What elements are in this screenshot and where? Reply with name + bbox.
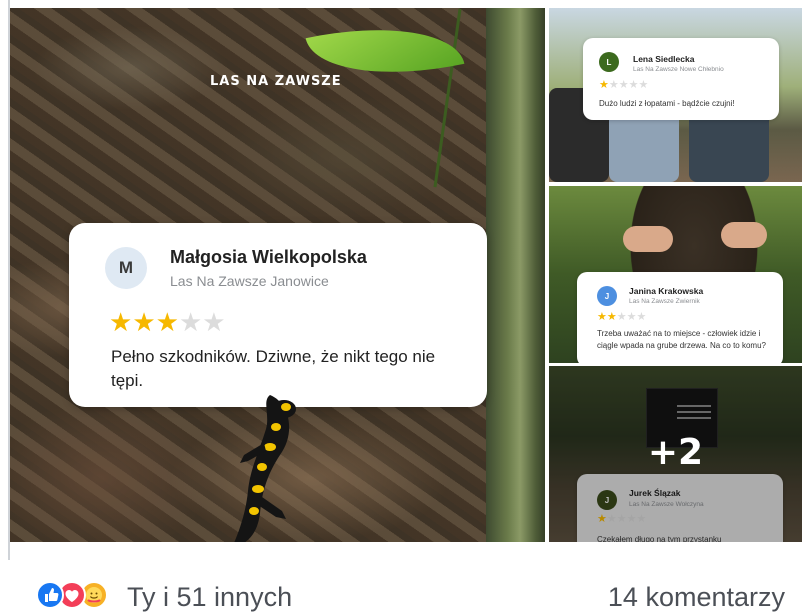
star-icon: ★ (606, 311, 617, 323)
reviewer-place: Las Na Zawsze Zwiernik (629, 298, 700, 305)
reviewer-name: Janina Krakowska (629, 286, 704, 296)
reaction-icons[interactable] (36, 581, 122, 609)
review-text: Trzeba uważać na to miejsce - człowiek i… (597, 329, 766, 350)
reactions-bar: Ty i 51 innych 14 komentarzy (0, 560, 805, 613)
star-icon: ★ (616, 311, 627, 323)
review-card-1: L Lena Siedlecka Las Na Zawsze Nowe Chłe… (583, 38, 779, 120)
plant-stem (433, 8, 462, 188)
reviewer-place: Las Na Zawsze Janowice (170, 273, 329, 289)
brand-logo: LAS NA ZAWSZE (210, 74, 342, 89)
reactions-summary[interactable]: Ty i 51 innych (127, 582, 292, 613)
salamander-graphic (234, 395, 296, 542)
star-icon: ★ (132, 307, 156, 337)
reviewer-avatar: M (105, 247, 147, 289)
like-icon (36, 581, 64, 609)
side-photo-3[interactable]: J Jurek Ślązak Las Na Zawsze Wołczyna ★★… (549, 366, 802, 542)
star-icon: ★ (636, 311, 647, 323)
star-icon: ★ (628, 79, 639, 91)
reviewer-avatar: L (599, 52, 619, 72)
review-card-main: M Małgosia Wielkopolska Las Na Zawsze Ja… (69, 223, 487, 407)
star-icon: ★ (599, 79, 609, 91)
hand-graphic (623, 226, 673, 252)
tree-trunk-graphic (486, 8, 545, 542)
star-rating: ★★★★★ (109, 309, 226, 335)
photo-gallery[interactable]: LAS NA ZAWSZE M Małgosia Wielkopolska La… (10, 8, 802, 542)
hand-graphic (721, 222, 767, 248)
star-icon: ★ (597, 311, 607, 323)
review-card-2: J Janina Krakowska Las Na Zawsze Zwierni… (577, 272, 783, 363)
review-text: Pełno szkodników. Dziwne, że nikt tego n… (111, 347, 436, 390)
side-photo-2[interactable]: J Janina Krakowska Las Na Zawsze Zwierni… (549, 186, 802, 363)
reviewer-name: Lena Siedlecka (633, 54, 695, 64)
star-icon: ★ (638, 79, 649, 91)
star-icon: ★ (178, 307, 203, 337)
main-photo[interactable]: LAS NA ZAWSZE M Małgosia Wielkopolska La… (10, 8, 545, 542)
comments-count[interactable]: 14 komentarzy (608, 582, 785, 613)
star-icon: ★ (608, 79, 619, 91)
star-rating: ★★★★★ (599, 80, 648, 91)
more-photos-count[interactable]: +2 (549, 432, 802, 473)
star-icon: ★ (155, 307, 179, 337)
reviewer-place: Las Na Zawsze Nowe Chłebnio (633, 66, 724, 73)
star-icon: ★ (626, 311, 637, 323)
star-icon: ★ (202, 307, 226, 337)
review-text: Dużo ludzi z łopatami - bądźcie czujni! (599, 99, 735, 108)
star-icon: ★ (109, 307, 133, 337)
star-icon: ★ (618, 79, 629, 91)
reviewer-name: Małgosia Wielkopolska (170, 247, 367, 267)
star-rating: ★★★★★ (597, 312, 646, 323)
reviewer-avatar: J (597, 286, 617, 306)
side-photo-1[interactable]: L Lena Siedlecka Las Na Zawsze Nowe Chłe… (549, 8, 802, 182)
